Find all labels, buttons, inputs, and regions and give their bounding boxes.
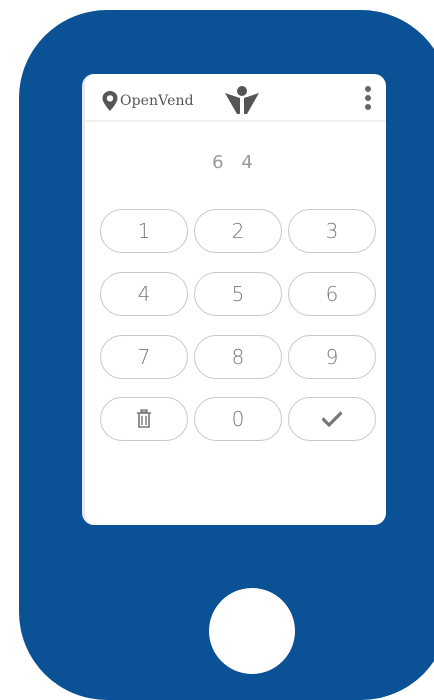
key-3[interactable]: 3 — [288, 209, 376, 253]
brand-name: OpenVend — [120, 93, 194, 109]
app-header: OpenVend — [85, 74, 386, 121]
more-options-icon[interactable] — [364, 85, 372, 111]
app-screen: OpenVend 6 4 1 2 3 4 5 6 7 8 9 0 — [82, 74, 386, 525]
key-8[interactable]: 8 — [194, 335, 282, 379]
key-1[interactable]: 1 — [100, 209, 188, 253]
key-4[interactable]: 4 — [100, 272, 188, 316]
brand-logo: OpenVend — [102, 90, 194, 112]
checkmark-icon — [322, 411, 342, 427]
key-5[interactable]: 5 — [194, 272, 282, 316]
key-9[interactable]: 9 — [288, 335, 376, 379]
location-pin-icon — [102, 91, 118, 111]
home-button[interactable] — [209, 588, 295, 674]
delete-button[interactable] — [100, 397, 188, 441]
key-2[interactable]: 2 — [194, 209, 282, 253]
key-0[interactable]: 0 — [194, 397, 282, 441]
entered-code-display: 6 4 — [212, 152, 259, 173]
key-6[interactable]: 6 — [288, 272, 376, 316]
confirm-button[interactable] — [288, 397, 376, 441]
trash-icon — [137, 409, 151, 428]
key-7[interactable]: 7 — [100, 335, 188, 379]
brand-emblem-icon — [225, 86, 259, 114]
